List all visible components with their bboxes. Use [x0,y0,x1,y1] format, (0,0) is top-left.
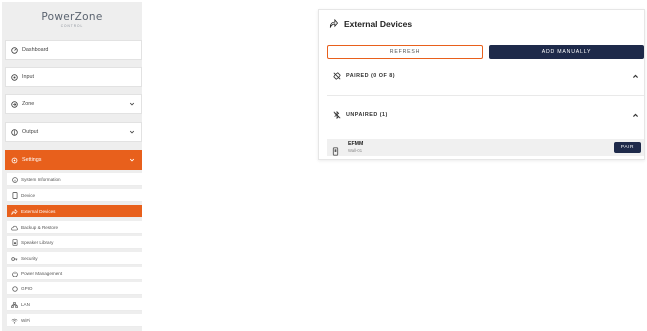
bluetooth-off-icon [333,111,341,119]
sidebar-item-label: Backup & Restore [21,224,59,230]
refresh-button[interactable]: REFRESH [327,45,483,59]
unpaired-label: UNPAIRED (1) [346,112,388,118]
chevron-up-icon[interactable] [632,112,639,119]
sidebar: PowerZone CONTROL Dashboard Input Zone O… [2,2,142,331]
power-icon [11,270,18,277]
device-location: Wall-01 [348,148,363,153]
device-icon [332,143,339,156]
sidebar-item-power-management[interactable]: Power Management [7,267,142,280]
paired-label: PAIRED (0 OF 8) [346,73,396,79]
chevron-down-icon[interactable] [129,101,135,107]
sidebar-item-label: Device [21,192,36,198]
input-icon [11,73,18,81]
sidebar-item-speaker-library[interactable]: Speaker Library [7,236,142,249]
speaker-icon [11,239,18,246]
chevron-down-icon[interactable] [129,157,135,163]
add-manually-button[interactable]: ADD MANUALLY [489,45,644,59]
nav-settings[interactable]: Settings [5,150,142,170]
share-arrow-icon [11,208,18,215]
logo-main: PowerZone [41,11,103,23]
sidebar-item-label: WiFi [21,317,31,323]
nav-dashboard[interactable]: Dashboard [5,40,142,60]
unpaired-section-header[interactable]: UNPAIRED (1) [327,107,644,123]
device-icon [11,192,18,199]
nav-zone-label: Zone [22,101,35,107]
sidebar-item-label: System Information [21,176,61,182]
chevron-down-icon[interactable] [129,129,135,135]
share-arrow-icon [329,19,338,28]
sidebar-item-backup-restore[interactable]: Backup & Restore [7,221,142,234]
external-devices-panel: External Devices REFRESH ADD MANUALLY PA… [318,9,645,160]
sidebar-item-gpio[interactable]: GPIO [7,282,142,295]
wifi-icon [11,317,18,324]
page-title: External Devices [344,18,413,29]
link-off-icon [333,72,341,80]
nav-output[interactable]: Output [5,122,142,142]
output-icon [11,128,18,136]
logo-sub: CONTROL [60,24,84,28]
list-item: EFMM Wall-01 PAIR [327,139,644,156]
nav-dashboard-label: Dashboard [22,47,49,53]
sidebar-item-system-information[interactable]: System Information [7,173,142,186]
nav-settings-label: Settings [22,157,42,163]
sidebar-item-label: Power Management [21,270,63,276]
network-icon [11,301,18,308]
zone-icon [11,100,18,108]
nav-output-label: Output [22,129,39,135]
key-icon [11,255,18,262]
sidebar-item-label: Security [21,255,38,261]
device-name: EFMM [348,141,364,147]
sidebar-item-label: LAN [21,301,30,307]
pair-button[interactable]: PAIR [614,142,641,153]
sidebar-item-label: GPIO [21,285,33,291]
chevron-up-icon[interactable] [632,73,639,80]
sidebar-item-wifi[interactable]: WiFi [7,314,142,327]
panel-header: External Devices [319,10,644,37]
dashboard-icon [11,46,18,54]
nav-input[interactable]: Input [5,67,142,87]
logo: PowerZone CONTROL [4,2,140,38]
sidebar-item-label: Speaker Library [21,239,54,245]
section-divider [327,95,644,96]
sidebar-item-security[interactable]: Security [7,252,142,265]
paired-section-header[interactable]: PAIRED (0 OF 8) [327,68,644,84]
info-icon [11,176,18,183]
sidebar-item-label: External Devices [21,208,56,214]
sidebar-item-device[interactable]: Device [7,189,142,202]
nav-zone[interactable]: Zone [5,94,142,114]
gear-icon [11,157,18,164]
sidebar-item-external-devices[interactable]: External Devices [7,205,142,218]
circle-icon [11,285,18,292]
nav-input-label: Input [22,74,34,80]
sidebar-item-lan[interactable]: LAN [7,298,142,311]
cloud-icon [11,224,18,231]
